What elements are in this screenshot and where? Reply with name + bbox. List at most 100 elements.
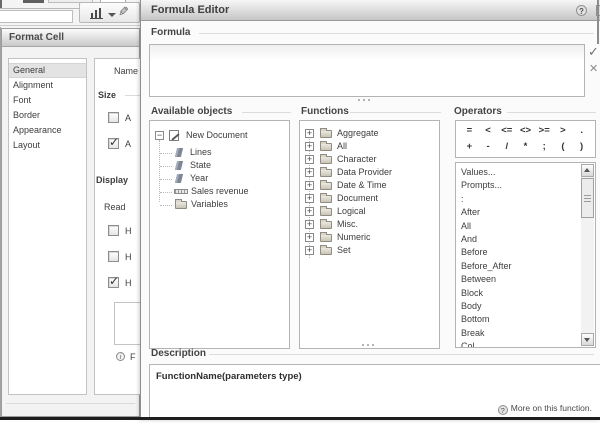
operator-list-item[interactable]: After <box>461 206 595 219</box>
operator-button[interactable]: - <box>479 139 498 155</box>
scroll-down-button[interactable] <box>581 333 594 346</box>
operator-button[interactable]: < <box>479 123 498 139</box>
operator-list-item[interactable]: Prompts... <box>461 179 595 192</box>
dimension-icon <box>175 161 183 170</box>
operator-list-item[interactable]: Block <box>461 287 595 300</box>
operator-list-item[interactable]: And <box>461 233 595 246</box>
expand-icon[interactable]: + <box>305 168 314 177</box>
display-checkbox-2-label: H <box>125 252 132 262</box>
operator-list-item[interactable]: Body <box>461 300 595 313</box>
tree-item-label[interactable]: State <box>190 160 211 170</box>
operator-button[interactable]: <> <box>516 123 535 139</box>
function-folder-label[interactable]: All <box>337 141 347 151</box>
function-folder-label[interactable]: Document <box>337 193 378 203</box>
category-appearance[interactable]: Appearance <box>9 123 86 138</box>
expand-icon[interactable]: + <box>305 220 314 229</box>
tree-item-label[interactable]: Year <box>190 173 208 183</box>
operator-list-item[interactable]: Col <box>461 340 595 348</box>
expand-icon[interactable]: + <box>305 129 314 138</box>
folder-icon <box>320 221 332 229</box>
operator-list-item[interactable]: Before <box>461 246 595 259</box>
operator-button[interactable]: <= <box>497 123 516 139</box>
section-rule <box>199 33 594 34</box>
operator-buttons-panel: = < <= <> >= > . + - / * ; ( ) <box>455 120 596 158</box>
validate-formula-button[interactable]: ✓ <box>588 45 600 59</box>
formula-pencil-icon[interactable]: ✎ <box>118 4 129 20</box>
expand-icon[interactable]: + <box>305 207 314 216</box>
display-checkbox-1[interactable] <box>108 225 119 236</box>
operator-list-item[interactable]: Before_After <box>461 260 595 273</box>
operator-button[interactable]: >= <box>535 123 554 139</box>
operator-button[interactable]: ( <box>554 139 573 155</box>
operator-list-item[interactable]: Between <box>461 273 595 286</box>
size-checkbox-1[interactable] <box>108 112 119 123</box>
operator-list-item[interactable]: : <box>461 193 595 206</box>
operator-button[interactable]: ) <box>572 139 591 155</box>
expand-icon[interactable]: + <box>305 181 314 190</box>
tree-connector <box>160 205 172 206</box>
operator-button[interactable]: + <box>460 139 479 155</box>
expand-icon[interactable]: + <box>305 142 314 151</box>
operator-list-item[interactable]: Break <box>461 327 595 340</box>
operator-button[interactable]: / <box>497 139 516 155</box>
formula-editor-title: Formula Editor <box>151 4 229 16</box>
tree-item-label[interactable]: Lines <box>190 147 212 157</box>
operator-list-item[interactable]: All <box>461 220 595 233</box>
collapse-icon[interactable]: − <box>155 131 164 140</box>
more-on-function-link[interactable]: More on this function. <box>498 403 592 415</box>
expand-icon[interactable]: + <box>305 194 314 203</box>
function-folder-label[interactable]: Numeric <box>337 232 371 242</box>
size-checkbox-2-label: A <box>125 139 131 149</box>
expand-icon[interactable]: + <box>305 246 314 255</box>
scroll-up-button[interactable] <box>581 164 594 177</box>
function-folder-label[interactable]: Aggregate <box>337 128 379 138</box>
operator-button[interactable]: > <box>554 123 573 139</box>
expand-icon[interactable]: + <box>305 233 314 242</box>
dropdown-arrow-icon[interactable] <box>108 13 116 17</box>
function-folder-label[interactable]: Character <box>337 154 377 164</box>
function-folder-label[interactable]: Date & Time <box>337 180 387 190</box>
operator-list-item[interactable]: Values... <box>461 166 595 179</box>
size-checkbox-2[interactable] <box>108 138 119 149</box>
category-font[interactable]: Font <box>9 93 86 108</box>
category-general[interactable]: General <box>9 63 86 78</box>
splitter-grip[interactable] <box>358 99 374 103</box>
operator-button[interactable]: . <box>572 123 591 139</box>
function-folder-label[interactable]: Data Provider <box>337 167 392 177</box>
format-cell-titlebar[interactable]: Format Cell <box>2 29 139 47</box>
display-checkbox-2[interactable] <box>108 251 119 262</box>
more-link-label: More on this function. <box>511 403 592 413</box>
operator-list-item[interactable]: Bottom <box>461 313 595 326</box>
operator-button[interactable]: * <box>516 139 535 155</box>
help-icon[interactable] <box>576 5 587 16</box>
category-border[interactable]: Border <box>9 108 86 123</box>
scrollbar[interactable] <box>581 164 594 346</box>
function-folder-label[interactable]: Logical <box>337 206 366 216</box>
folder-icon <box>320 182 332 190</box>
operator-button[interactable]: = <box>460 123 479 139</box>
splitter-grip[interactable] <box>362 344 378 348</box>
description-text: FunctionName(parameters type) <box>156 371 302 382</box>
function-folder-label[interactable]: Set <box>337 245 351 255</box>
operator-button-row: + - / * ; ( ) <box>460 139 591 155</box>
category-alignment[interactable]: Alignment <box>9 78 86 93</box>
expand-icon[interactable]: + <box>305 155 314 164</box>
operator-button[interactable]: ; <box>535 139 554 155</box>
formula-section-label: Formula <box>151 27 190 38</box>
tree-item-label[interactable]: Sales revenue <box>191 186 249 196</box>
name-label: Name <box>114 66 138 76</box>
cancel-formula-button[interactable]: ✕ <box>589 63 600 75</box>
folder-icon <box>320 143 332 151</box>
scrollbar-thumb[interactable] <box>581 178 594 218</box>
help-icon <box>498 405 508 415</box>
section-rule <box>350 112 441 113</box>
formula-input[interactable] <box>149 44 585 97</box>
category-layout[interactable]: Layout <box>9 138 86 153</box>
folder-icon <box>320 234 332 242</box>
tree-root-label[interactable]: New Document <box>186 130 248 140</box>
chart-icon[interactable] <box>90 8 103 19</box>
function-folder-label[interactable]: Misc. <box>337 219 358 229</box>
tree-item-label[interactable]: Variables <box>191 199 228 209</box>
display-checkbox-3[interactable] <box>108 277 119 288</box>
formula-editor-titlebar[interactable]: Formula Editor <box>141 0 600 21</box>
